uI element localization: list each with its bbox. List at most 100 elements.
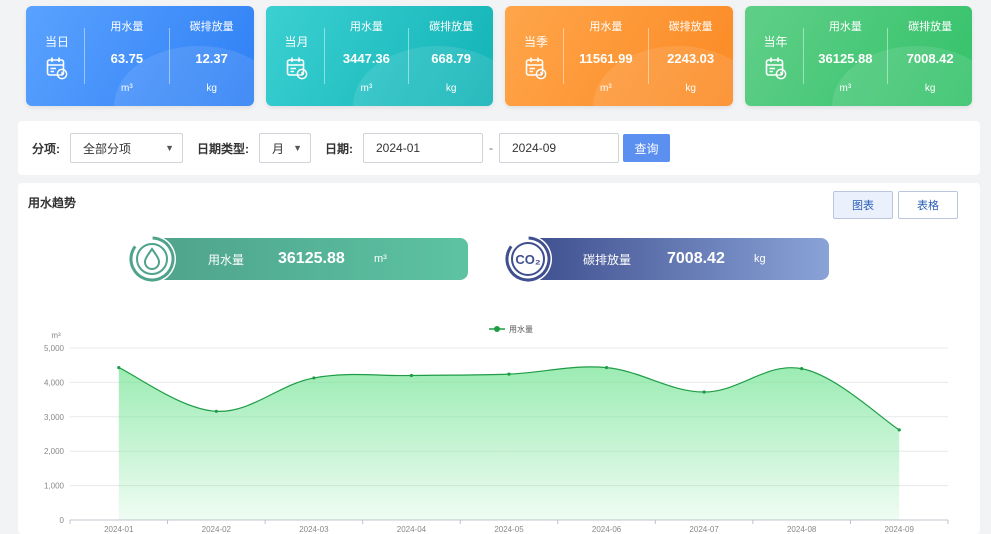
water-drop-icon	[128, 235, 176, 283]
date-range-separator: -	[489, 141, 493, 155]
water-summary-value: 36125.88	[278, 250, 345, 267]
date-type-select[interactable]: 月 ▼	[259, 133, 311, 163]
period-label: 当月	[284, 34, 309, 49]
stat-cards: 当日 用水量 63.75 m³ 碳排放量 12.37 kg 当月 用水量 344…	[26, 6, 972, 106]
water-label: 用水量	[110, 21, 144, 33]
table-view-button[interactable]: 表格	[898, 191, 958, 219]
water-unit: m³	[360, 83, 373, 94]
carbon-value: 668.79	[431, 51, 471, 66]
x-tick-label: 2024-09	[885, 525, 915, 534]
calendar-clock-icon	[46, 57, 68, 79]
data-point	[897, 428, 901, 432]
carbon-unit: kg	[685, 83, 696, 94]
water-summary-unit: m³	[374, 253, 387, 265]
period-block: 当日	[26, 33, 84, 80]
x-tick-label: 2024-05	[494, 525, 524, 534]
panel-title: 用水趋势	[28, 196, 77, 210]
water-value: 3447.36	[342, 51, 390, 66]
data-point	[507, 372, 511, 376]
water-column: 用水量 63.75 m³	[85, 18, 169, 94]
chevron-down-icon: ▼	[165, 143, 174, 153]
legend-label: 用水量	[509, 324, 533, 334]
water-summary: 用水量 36125.88 m³	[128, 235, 468, 283]
y-tick-label: 2,000	[44, 447, 65, 456]
co2-icon: CO₂	[504, 235, 552, 283]
carbon-unit: kg	[206, 83, 217, 94]
carbon-unit: kg	[445, 83, 457, 94]
stat-card: 当月 用水量 3447.36 m³ 碳排放量 668.79 kg	[265, 6, 493, 106]
carbon-column: 碳排放量 12.37 kg	[170, 18, 254, 94]
y-tick-label: 0	[60, 516, 65, 525]
data-point	[409, 373, 414, 378]
water-label: 用水量	[589, 21, 623, 33]
x-tick-label: 2024-03	[299, 525, 329, 534]
start-date-input[interactable]: 2024-01	[363, 133, 483, 163]
carbon-value: 12.37	[195, 51, 228, 66]
carbon-value: 2243.03	[667, 51, 715, 66]
query-button[interactable]: 查询	[623, 134, 670, 162]
item-select[interactable]: 全部分项 ▼	[70, 133, 183, 163]
legend-marker	[494, 326, 500, 332]
carbon-label: 碳排放量	[429, 21, 474, 33]
water-value: 63.75	[110, 51, 144, 66]
period-label: 当日	[44, 34, 69, 49]
chart-view-button[interactable]: 图表	[833, 191, 893, 219]
period-block: 当月	[266, 33, 324, 80]
x-tick-label: 2024-02	[202, 525, 232, 534]
y-tick-label: 3,000	[44, 413, 65, 422]
data-point	[604, 366, 609, 370]
water-column: 用水量 11561.99 m³	[564, 18, 648, 94]
x-tick-label: 2024-07	[689, 525, 719, 534]
data-point	[312, 376, 316, 380]
carbon-label: 碳排放量	[908, 21, 953, 33]
data-point	[800, 367, 804, 371]
calendar-clock-icon	[525, 57, 547, 79]
water-summary-label: 用水量	[208, 252, 245, 267]
item-select-value: 全部分项	[83, 141, 132, 156]
x-tick-label: 2024-08	[787, 525, 817, 534]
water-label: 用水量	[828, 21, 862, 33]
period-label: 当年	[763, 34, 788, 49]
co2-summary-bar: 碳排放量 7008.42 kg	[531, 238, 829, 280]
water-summary-bar: 用水量 36125.88 m³	[154, 238, 468, 280]
y-tick-label: 4,000	[44, 378, 65, 387]
x-tick-label: 2024-04	[397, 525, 427, 534]
start-date-value: 2024-01	[376, 141, 421, 155]
calendar-clock-icon	[286, 57, 307, 79]
water-value: 36125.88	[818, 51, 873, 66]
stat-card: 当日 用水量 63.75 m³ 碳排放量 12.37 kg	[26, 6, 254, 106]
carbon-unit: kg	[924, 83, 936, 94]
data-point	[117, 366, 121, 370]
co2-summary: 碳排放量 7008.42 kg CO₂	[504, 235, 834, 283]
water-trend-chart: 0 1,000 2,000 3,000 4,000 5,000 m³ 2024-01 2024-…	[44, 324, 949, 534]
stat-card: 当年 用水量 36125.88 m³ 碳排放量 7008.42 kg	[744, 6, 972, 106]
water-trend-panel: 用水趋势 图表 表格 用水量 36125.88 m³ 碳排放量 7008.42 …	[18, 183, 980, 534]
y-tick-label: 5,000	[44, 344, 65, 353]
water-column: 用水量 36125.88 m³	[804, 18, 888, 94]
co2-summary-unit: kg	[754, 253, 766, 265]
stat-card: 当季 用水量 11561.99 m³ 碳排放量 2243.03 kg	[505, 6, 733, 106]
filter-bar: 分项: 全部分项 ▼ 日期类型: 月 ▼ 日期: 2024-01 - 2024-…	[18, 121, 980, 175]
end-date-input[interactable]: 2024-09	[499, 133, 619, 163]
water-unit: m³	[121, 83, 133, 94]
carbon-label: 碳排放量	[668, 21, 713, 33]
calendar-clock-icon	[765, 57, 786, 79]
water-value: 11561.99	[579, 51, 633, 66]
x-tick-label: 2024-01	[104, 525, 134, 534]
y-tick-label: 1,000	[44, 482, 65, 491]
water-column: 用水量 3447.36 m³	[325, 18, 409, 94]
end-date-value: 2024-09	[512, 141, 557, 155]
series-area	[118, 366, 900, 520]
water-unit: m³	[600, 83, 612, 94]
period-block: 当年	[745, 33, 803, 80]
period-block: 当季	[505, 33, 563, 80]
water-unit: m³	[839, 83, 852, 94]
co2-summary-value: 7008.42	[667, 250, 725, 267]
date-label: 日期:	[325, 141, 353, 156]
carbon-column: 碳排放量 668.79 kg	[409, 18, 493, 94]
period-label: 当季	[523, 34, 548, 49]
water-label: 用水量	[349, 21, 383, 33]
item-filter-label: 分项:	[32, 141, 60, 156]
carbon-value: 7008.42	[906, 51, 954, 66]
data-point	[702, 390, 706, 394]
